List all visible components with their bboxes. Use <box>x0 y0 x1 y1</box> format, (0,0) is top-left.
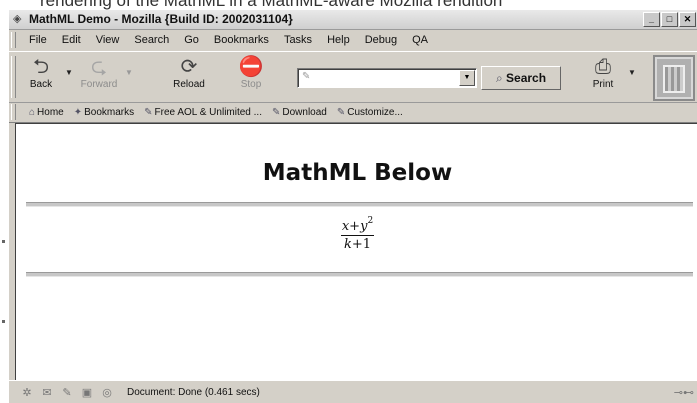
menu-bar: File Edit View Search Go Bookmarks Tasks… <box>9 30 697 50</box>
forward-button[interactable]: ⮎ Forward <box>79 55 119 90</box>
bookmark-link-icon: ✎ <box>144 106 153 118</box>
search-button[interactable]: ⌕ Search <box>481 66 561 90</box>
toolbar-grip[interactable] <box>11 56 16 98</box>
menu-edit[interactable]: Edit <box>62 34 81 46</box>
download-label: Download <box>282 106 327 118</box>
bookmarks-button[interactable]: ✦ Bookmarks <box>74 107 134 118</box>
home-label: Home <box>37 106 64 118</box>
bookmarks-icon: ✦ <box>73 106 83 118</box>
mathml-fraction: x+y2 k+1 <box>16 216 697 252</box>
address-book-icon[interactable]: ▣ <box>77 386 97 399</box>
url-input[interactable] <box>316 70 460 86</box>
navigator-icon[interactable]: ✲ <box>17 386 37 399</box>
back-history-dropdown-icon[interactable]: ▼ <box>65 68 73 77</box>
free-aol-label: Free AOL & Unlimited ... <box>154 106 262 118</box>
stop-button[interactable]: ⛔ Stop <box>231 55 271 90</box>
browser-window: ◈ MathML Demo - Mozilla {Build ID: 20020… <box>2 10 697 403</box>
fraction-denominator: k+1 <box>340 235 375 252</box>
maximize-button[interactable]: □ <box>661 12 678 27</box>
menu-bookmarks[interactable]: Bookmarks <box>214 34 269 46</box>
math-one: 1 <box>362 237 372 252</box>
mozilla-throbber-icon[interactable] <box>653 55 695 101</box>
reload-button[interactable]: ⟳ Reload <box>169 55 209 90</box>
composer-icon[interactable]: ✎ <box>57 386 77 399</box>
title-bar[interactable]: ◈ MathML Demo - Mozilla {Build ID: 20020… <box>9 10 697 30</box>
home-icon: ⌂ <box>29 106 36 118</box>
bookmarks-label: Bookmarks <box>84 106 135 118</box>
math-plus: + <box>349 219 361 234</box>
minimize-button[interactable]: _ <box>643 12 660 27</box>
customize-link[interactable]: ✎ Customize... <box>337 107 403 118</box>
horizontal-rule-bottom <box>26 272 693 277</box>
search-magnifier-icon: ⌕ <box>495 71 503 85</box>
mozilla-app-icon: ◈ <box>13 13 22 25</box>
stop-label: Stop <box>240 79 262 90</box>
status-text: Document: Done (0.461 secs) <box>127 386 260 398</box>
forward-arrow-icon: ⮎ <box>90 56 108 78</box>
sidebar-grippy-lower[interactable] <box>2 320 5 323</box>
horizontal-rule-top <box>26 202 693 207</box>
window-title: MathML Demo - Mozilla {Build ID: 2002031… <box>29 12 293 26</box>
caption-text: rendering of the MathML in a MathML-awar… <box>40 0 503 10</box>
chat-icon[interactable]: ◎ <box>97 386 117 399</box>
fraction-numerator: x+y2 <box>341 216 374 234</box>
customize-label: Customize... <box>347 106 403 118</box>
page-content: MathML Below x+y2 k+1 <box>15 123 697 380</box>
menu-qa[interactable]: QA <box>412 34 428 46</box>
menu-go[interactable]: Go <box>184 34 199 46</box>
caption-strip: rendering of the MathML in a MathML-awar… <box>0 0 697 10</box>
download-link[interactable]: ✎ Download <box>272 107 327 118</box>
print-button[interactable]: ⎙ Print <box>583 55 623 90</box>
mail-icon[interactable]: ✉ <box>37 386 57 399</box>
math-exponent: 2 <box>367 216 374 226</box>
bookmark-link-icon: ✎ <box>271 106 281 118</box>
navigation-toolbar: ⮌ Back ▼ ⮎ Forward ▼ ⟳ Reload ⛔ Stop ✎ ▼… <box>9 51 697 103</box>
online-status-icon[interactable]: ⊸⊷ <box>674 386 694 399</box>
sidebar-grippy[interactable] <box>2 240 5 243</box>
menu-view[interactable]: View <box>96 34 120 46</box>
forward-label: Forward <box>80 79 118 90</box>
menu-search[interactable]: Search <box>134 34 169 46</box>
back-button[interactable]: ⮌ Back <box>21 55 61 90</box>
menu-file[interactable]: File <box>29 34 47 46</box>
math-plus-denominator: + <box>351 237 363 252</box>
home-button[interactable]: ⌂ Home <box>29 107 64 118</box>
reload-label: Reload <box>173 79 205 90</box>
url-bar[interactable]: ✎ ▼ <box>297 68 477 88</box>
back-label: Back <box>29 79 53 90</box>
menu-debug[interactable]: Debug <box>365 34 397 46</box>
window-controls: _ □ ✕ <box>643 12 696 27</box>
menu-help[interactable]: Help <box>327 34 350 46</box>
close-button[interactable]: ✕ <box>679 12 696 27</box>
personal-toolbar-grip[interactable] <box>11 104 16 120</box>
search-label: Search <box>506 71 547 85</box>
print-options-dropdown-icon[interactable]: ▼ <box>628 68 636 77</box>
url-history-dropdown-icon[interactable]: ▼ <box>459 70 475 86</box>
math-var-k: k <box>343 237 352 252</box>
back-arrow-icon: ⮌ <box>32 56 50 78</box>
page-proxy-icon[interactable]: ✎ <box>302 71 310 82</box>
stop-icon: ⛔ <box>238 56 264 78</box>
forward-history-dropdown-icon[interactable]: ▼ <box>125 68 133 77</box>
printer-icon: ⎙ <box>595 56 611 78</box>
page-heading: MathML Below <box>262 160 453 186</box>
print-label: Print <box>592 79 614 90</box>
fraction: x+y2 k+1 <box>340 216 375 252</box>
personal-toolbar: ⌂ Home ✦ Bookmarks ✎ Free AOL & Unlimite… <box>9 102 697 123</box>
bookmark-link-icon: ✎ <box>336 106 346 118</box>
status-bar: ✲ ✉ ✎ ▣ ◎ Document: Done (0.461 secs) ⊸⊷ <box>9 380 697 403</box>
reload-icon: ⟳ <box>180 56 198 78</box>
menu-tasks[interactable]: Tasks <box>284 34 312 46</box>
free-aol-link[interactable]: ✎ Free AOL & Unlimited ... <box>144 107 262 118</box>
